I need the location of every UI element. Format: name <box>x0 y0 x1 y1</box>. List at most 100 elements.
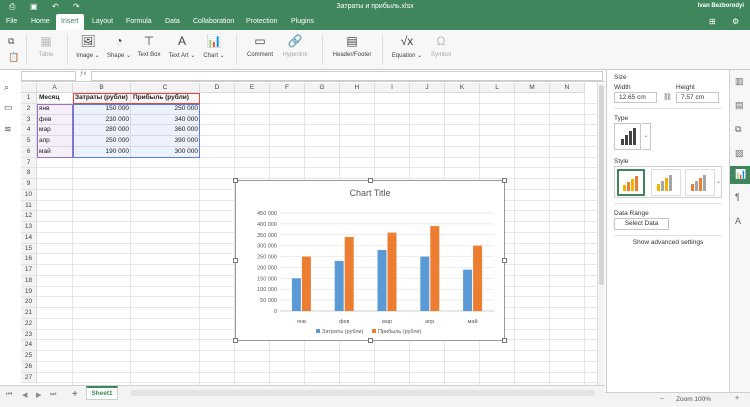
row-header-5[interactable]: 5 <box>21 136 37 147</box>
data-cell[interactable]: апр <box>37 136 73 147</box>
chart-style-1[interactable] <box>617 169 645 196</box>
view-settings-icon[interactable]: ⚙ <box>732 17 739 26</box>
tab-plugins[interactable]: Plugins <box>286 14 319 30</box>
data-cell[interactable]: мар <box>37 125 73 136</box>
formula-input[interactable] <box>91 71 603 81</box>
row-header-15[interactable]: 15 <box>21 243 37 255</box>
chart-style-2[interactable] <box>651 169 681 196</box>
row-header-7[interactable]: 7 <box>21 157 37 169</box>
column-header-l[interactable]: L <box>480 83 515 93</box>
image-settings-icon[interactable]: ▨ <box>735 148 744 159</box>
column-header-a[interactable]: A <box>37 83 73 93</box>
row-header-22[interactable]: 22 <box>21 318 37 330</box>
row-header-10[interactable]: 10 <box>21 189 37 201</box>
tab-home[interactable]: Home <box>26 14 55 30</box>
column-header-k[interactable]: K <box>445 83 480 93</box>
select-data-button[interactable]: Select Data <box>614 218 669 230</box>
header-cell[interactable]: Прибыль (рубли) <box>131 93 200 104</box>
comment-button[interactable]: ▭ Comment <box>244 34 276 58</box>
tab-protection[interactable]: Protection <box>241 14 283 30</box>
row-header-16[interactable]: 16 <box>21 254 37 265</box>
row-header-8[interactable]: 8 <box>21 168 37 179</box>
tab-formula[interactable]: Formula <box>121 14 157 30</box>
tab-data[interactable]: Data <box>160 14 185 30</box>
column-header-m[interactable]: M <box>515 83 550 93</box>
equation-button[interactable]: √x Equation ⌄ <box>390 34 424 59</box>
data-cell[interactable]: май <box>37 147 73 158</box>
data-cell[interactable]: 340 000 <box>131 115 200 126</box>
zoom-out-icon[interactable]: − <box>660 396 664 403</box>
resize-handle-se[interactable] <box>502 338 507 343</box>
data-cell[interactable]: фев <box>37 115 73 126</box>
vertical-scroll-thumb[interactable] <box>599 85 604 285</box>
resize-handle-n[interactable] <box>368 178 373 183</box>
row-header-12[interactable]: 12 <box>21 211 37 222</box>
chart-style-gallery[interactable]: ⌄ <box>614 166 722 198</box>
column-header-e[interactable]: E <box>235 83 270 93</box>
table-settings-icon[interactable]: ▤ <box>735 100 744 111</box>
chat-icon[interactable]: ≋ <box>4 124 12 135</box>
tab-file[interactable]: File <box>1 14 22 30</box>
vertical-scrollbar[interactable] <box>597 83 605 385</box>
copy-icon[interactable]: ⧉ <box>8 36 14 47</box>
column-header-c[interactable]: C <box>131 83 200 93</box>
row-header-19[interactable]: 19 <box>21 286 37 298</box>
column-header-d[interactable]: D <box>200 83 235 93</box>
row-header-17[interactable]: 17 <box>21 265 37 276</box>
row-header-21[interactable]: 21 <box>21 308 37 319</box>
search-icon[interactable]: ⌕ <box>4 82 9 93</box>
shape-button[interactable]: ◔ Shape ⌄ <box>104 34 134 59</box>
data-cell[interactable]: 390 000 <box>131 136 200 147</box>
comments-icon[interactable]: ▭ <box>4 102 13 113</box>
resize-handle-nw[interactable] <box>233 178 238 183</box>
show-advanced-settings-link[interactable]: Show advanced settings <box>614 239 722 246</box>
tab-collaboration[interactable]: Collaboration <box>188 14 239 30</box>
function-icon[interactable]: ƒx <box>80 71 86 77</box>
data-cell[interactable]: 250 000 <box>131 104 200 115</box>
prev-sheet-icon[interactable]: ◀ <box>22 391 27 399</box>
header-cell[interactable]: Месяц <box>37 93 73 104</box>
zoom-level[interactable]: Zoom 100% <box>676 396 711 403</box>
column-header-g[interactable]: G <box>305 83 340 93</box>
row-header-11[interactable]: 11 <box>21 200 37 212</box>
horizontal-scrollbar[interactable] <box>130 390 595 396</box>
symbol-button[interactable]: Ω Symbol <box>426 34 456 58</box>
textart-button[interactable]: A Text Art ⌄ <box>167 34 197 59</box>
row-header-4[interactable]: 4 <box>21 125 37 136</box>
last-sheet-icon[interactable]: ⏭ <box>50 391 56 399</box>
column-header-j[interactable]: J <box>410 83 445 93</box>
column-header-i[interactable]: I <box>375 83 410 93</box>
row-header-3[interactable]: 3 <box>21 114 37 126</box>
data-cell[interactable]: 300 000 <box>131 147 200 158</box>
paste-icon[interactable]: 📋 <box>8 52 19 63</box>
column-header-f[interactable]: F <box>270 83 305 93</box>
row-header-14[interactable]: 14 <box>21 232 37 244</box>
row-header-13[interactable]: 13 <box>21 222 37 233</box>
width-input[interactable]: 12.65 cm <box>614 92 657 103</box>
textbox-button[interactable]: ⊤ Text Box <box>135 34 163 58</box>
name-box[interactable] <box>21 71 76 81</box>
first-sheet-icon[interactable]: ⏮ <box>6 391 12 399</box>
resize-handle-e[interactable] <box>502 258 507 263</box>
link-aspect-icon[interactable]: ⛓ <box>663 93 672 101</box>
resize-handle-sw[interactable] <box>233 338 238 343</box>
data-cell[interactable]: 250 000 <box>73 136 131 147</box>
next-sheet-icon[interactable]: ▶ <box>36 391 41 399</box>
sheet-tab-sheet1[interactable]: Sheet1 <box>86 386 118 400</box>
paragraph-settings-icon[interactable]: ¶ <box>735 192 740 202</box>
row-header-23[interactable]: 23 <box>21 329 37 341</box>
row-header-18[interactable]: 18 <box>21 275 37 287</box>
data-cell[interactable]: 230 000 <box>73 115 131 126</box>
header-cell[interactable]: Затраты (рубли) <box>73 93 131 104</box>
column-header-n[interactable]: N <box>550 83 585 93</box>
tab-insert[interactable]: Insert <box>56 14 84 30</box>
user-name[interactable]: Ivan Bezborodyi <box>698 3 744 9</box>
row-header-27[interactable]: 27 <box>21 372 37 384</box>
chart-style-3[interactable] <box>685 169 715 196</box>
column-header-h[interactable]: H <box>340 83 375 93</box>
row-header-6[interactable]: 6 <box>21 146 37 158</box>
select-all-corner[interactable] <box>21 83 37 93</box>
textart-settings-icon[interactable]: A <box>735 216 741 226</box>
chart-type-dropdown[interactable]: ⌄ <box>642 123 651 150</box>
table-button[interactable]: ▦ Table <box>33 34 59 58</box>
